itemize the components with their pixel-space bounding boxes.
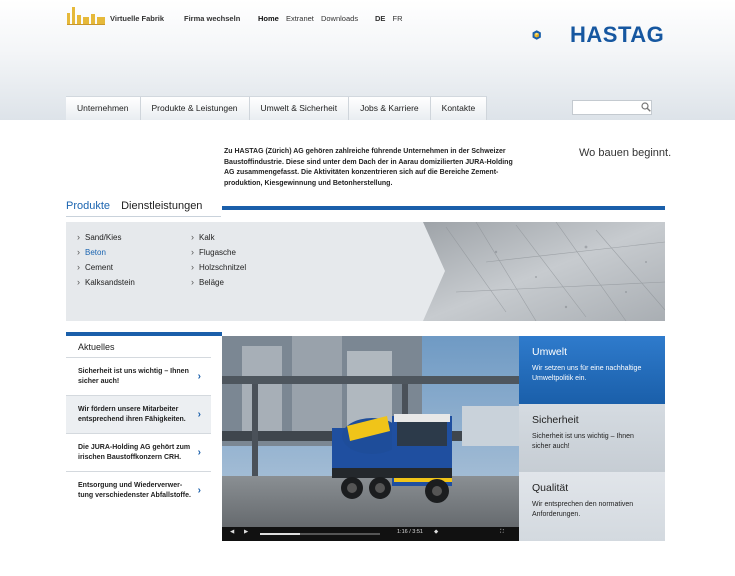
video-progress-track[interactable] bbox=[260, 533, 380, 535]
product-list-col1: Sand/Kies Beton Cement Kalksandstein bbox=[77, 230, 135, 290]
video-player[interactable] bbox=[222, 336, 519, 541]
product-kalksandstein[interactable]: Kalksandstein bbox=[77, 275, 135, 290]
video-time: 1:16 / 3:51 bbox=[397, 529, 423, 535]
product-cement[interactable]: Cement bbox=[77, 260, 135, 275]
nav-jobs-karriere[interactable]: Jobs & Karriere bbox=[349, 97, 431, 120]
news-item[interactable]: Entsorgung und Wiederverwer-tung verschi… bbox=[66, 471, 211, 509]
play-icon[interactable]: ▶ bbox=[244, 529, 248, 535]
product-belaege[interactable]: Beläge bbox=[191, 275, 246, 290]
truck-video-frame bbox=[222, 336, 519, 541]
news-title: Aktuelles bbox=[78, 342, 115, 352]
product-beton[interactable]: Beton bbox=[77, 245, 135, 260]
news-item-text: Wir fördern unsere Mitarbeiter entsprech… bbox=[78, 406, 186, 423]
hastag-logo-icon[interactable] bbox=[532, 17, 568, 53]
card-title: Umwelt bbox=[532, 346, 568, 358]
nav-unternehmen[interactable]: Unternehmen bbox=[66, 97, 141, 120]
news-item-text: Sicherheit ist uns wichtig – Ihnen siche… bbox=[78, 368, 189, 385]
card-title: Qualität bbox=[532, 482, 569, 494]
brand-name[interactable]: HASTAG bbox=[570, 22, 664, 48]
tab-divider bbox=[66, 216, 221, 217]
card-text: Sicherheit ist uns wichtig – Ihnen siche… bbox=[532, 433, 634, 450]
news-item-text: Entsorgung und Wiederverwer-tung verschi… bbox=[78, 482, 191, 499]
product-sand-kies[interactable]: Sand/Kies bbox=[77, 230, 135, 245]
volume-icon[interactable]: ◆ bbox=[434, 529, 438, 535]
news-item[interactable]: Die JURA-Holding AG gehört zum irischen … bbox=[66, 433, 211, 471]
tab-accent-bar bbox=[222, 206, 665, 210]
product-tabs: Produkte Dienstleistungen bbox=[66, 200, 202, 212]
lang-fr-link[interactable]: FR bbox=[393, 14, 403, 23]
chevron-right-icon: › bbox=[197, 447, 201, 458]
card-text: Wir setzen uns für eine nachhaltige Umwe… bbox=[532, 365, 642, 382]
nav-produkte-leistungen[interactable]: Produkte & Leistungen bbox=[141, 97, 250, 120]
intro-text: Zu HASTAG (Zürich) AG gehören zahlreiche… bbox=[224, 148, 513, 187]
chevron-right-icon: › bbox=[197, 371, 201, 382]
card-qualitaet[interactable]: Qualität Wir entsprechen den normativen … bbox=[519, 472, 665, 541]
search-icon[interactable] bbox=[641, 102, 651, 112]
language-switcher: DE FR bbox=[375, 14, 408, 23]
news-item[interactable]: Sicherheit ist uns wichtig – Ihnen siche… bbox=[66, 357, 211, 395]
tagline: Wo bauen beginnt. bbox=[579, 147, 672, 159]
util-downloads-link[interactable]: Downloads bbox=[321, 14, 358, 23]
main-navigation: Unternehmen Produkte & Leistungen Umwelt… bbox=[66, 96, 488, 120]
card-umwelt[interactable]: Umwelt Wir setzen uns für eine nachhalti… bbox=[519, 336, 665, 404]
news-accent-bar-extension bbox=[211, 332, 222, 336]
nav-umwelt-sicherheit[interactable]: Umwelt & Sicherheit bbox=[250, 97, 350, 120]
product-kalk[interactable]: Kalk bbox=[191, 230, 246, 245]
virtual-factory-link[interactable]: Virtuelle Fabrik bbox=[110, 14, 164, 23]
nav-kontakte[interactable]: Kontakte bbox=[431, 97, 488, 120]
concrete-texture-image bbox=[423, 222, 665, 321]
search-input[interactable] bbox=[572, 100, 652, 115]
video-controls: ◀ ▶ 1:16 / 3:51 ◆ ⛶ bbox=[222, 527, 519, 541]
factory-logo-icon[interactable] bbox=[67, 5, 105, 25]
card-sicherheit[interactable]: Sicherheit Sicherheit ist uns wichtig – … bbox=[519, 404, 665, 472]
tab-produkte[interactable]: Produkte bbox=[66, 200, 110, 212]
product-holzschnitzel[interactable]: Holzschnitzel bbox=[191, 260, 246, 275]
tab-dienstleistungen[interactable]: Dienstleistungen bbox=[121, 200, 202, 212]
rewind-icon[interactable]: ◀ bbox=[230, 529, 234, 535]
card-text: Wir entsprechen den normativen Anforderu… bbox=[532, 501, 634, 518]
video-progress-fill bbox=[260, 533, 300, 535]
product-flugasche[interactable]: Flugasche bbox=[191, 245, 246, 260]
chevron-right-icon: › bbox=[197, 485, 201, 496]
switch-company-link[interactable]: Firma wechseln bbox=[184, 14, 240, 23]
news-accent-bar bbox=[66, 332, 211, 336]
util-extranet-link[interactable]: Extranet bbox=[286, 14, 314, 23]
product-panel: Sand/Kies Beton Cement Kalksandstein Kal… bbox=[66, 222, 665, 321]
card-title: Sicherheit bbox=[532, 414, 579, 426]
lang-de-link[interactable]: DE bbox=[375, 14, 385, 23]
chevron-right-icon: › bbox=[197, 409, 201, 420]
utility-nav: Home Extranet Downloads bbox=[258, 14, 363, 23]
util-home-link[interactable]: Home bbox=[258, 14, 279, 23]
product-list-col2: Kalk Flugasche Holzschnitzel Beläge bbox=[191, 230, 246, 290]
news-item[interactable]: Wir fördern unsere Mitarbeiter entsprech… bbox=[66, 395, 211, 433]
fullscreen-icon[interactable]: ⛶ bbox=[500, 529, 504, 536]
news-item-text: Die JURA-Holding AG gehört zum irischen … bbox=[78, 444, 191, 461]
